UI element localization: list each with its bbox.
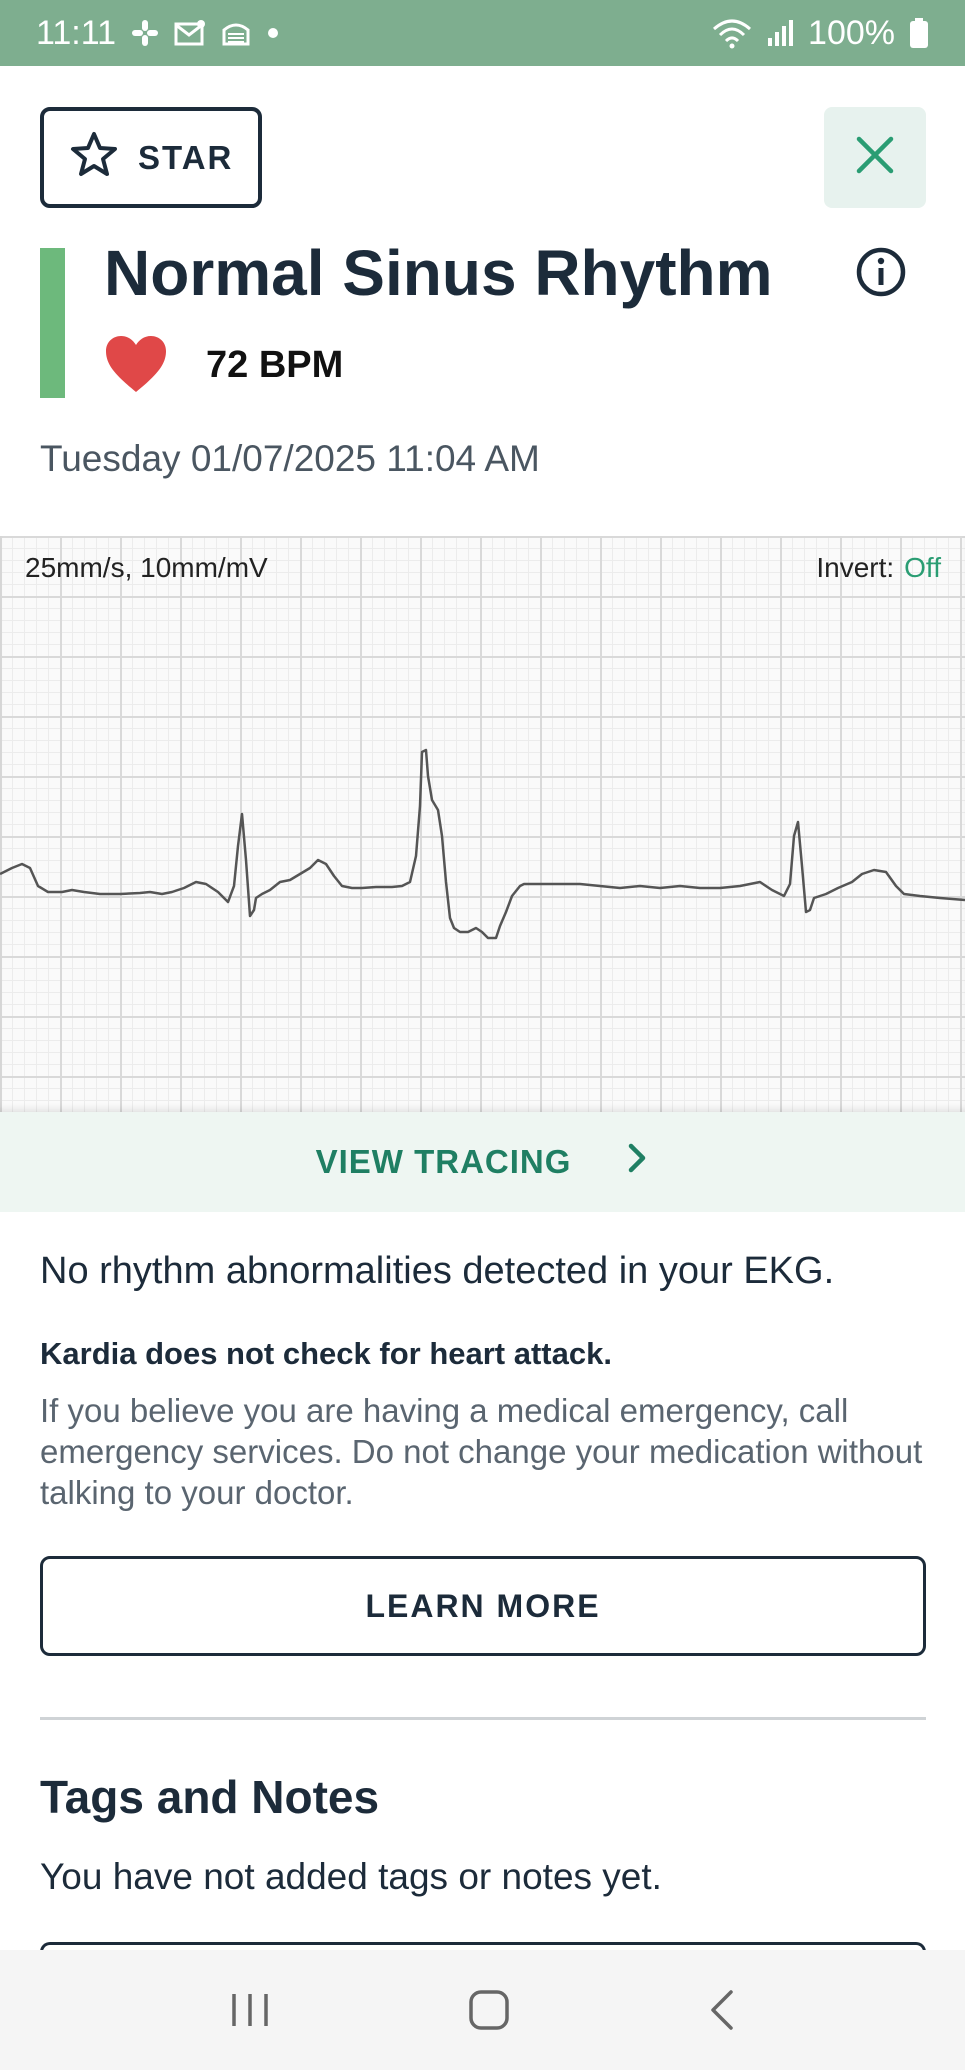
rhythm-status-bar [40, 248, 65, 398]
wifi-icon [712, 17, 752, 49]
invert-value: Off [904, 552, 941, 583]
heart-rate: 72 BPM [206, 344, 344, 386]
status-left: 11:11 [36, 14, 280, 53]
back-icon[interactable] [707, 1988, 737, 2032]
view-tracing-label: VIEW TRACING [315, 1143, 572, 1180]
learn-more-button[interactable]: LEARN MORE [40, 1556, 926, 1656]
close-icon [855, 135, 895, 180]
battery-text: 100% [808, 13, 895, 52]
home-icon[interactable] [467, 1988, 511, 2032]
chevron-right-icon [627, 1142, 649, 1182]
dot-icon [266, 26, 280, 40]
slack-icon [130, 18, 160, 48]
battery-icon [909, 17, 929, 49]
star-button[interactable]: STAR [40, 107, 262, 208]
invert-label: Invert: [816, 552, 895, 583]
ekg-waveform [0, 748, 965, 940]
ekg-scale: 25mm/s, 10mm/mV [25, 552, 268, 583]
heart-attack-disclaimer: Kardia does not check for heart attack. [40, 1336, 612, 1371]
invert-toggle[interactable]: Invert: Off [816, 552, 941, 584]
star-label: STAR [138, 138, 234, 176]
mail-icon [174, 19, 206, 47]
result-summary: No rhythm abnormalities detected in your… [40, 1250, 835, 1292]
status-time: 11:11 [36, 13, 117, 52]
recording-date: Tuesday 01/07/2025 11:04 AM [40, 438, 540, 479]
recent-apps-icon[interactable] [228, 1990, 272, 2030]
ekg-preview[interactable]: 25mm/s, 10mm/mV Invert: Off [0, 536, 965, 1112]
heart-icon [104, 334, 168, 394]
star-icon [70, 131, 118, 185]
news-icon [220, 18, 252, 48]
system-nav-bar [0, 1950, 965, 2070]
signal-icon [766, 18, 794, 48]
section-divider [40, 1717, 926, 1720]
status-right: 100% [712, 14, 929, 53]
tags-section-title: Tags and Notes [40, 1771, 380, 1823]
close-button[interactable] [824, 107, 926, 208]
page-title: Normal Sinus Rhythm [104, 237, 773, 309]
emergency-advice: If you believe you are having a medical … [40, 1392, 923, 1511]
result-header: STAR Normal Sinus Rhythm 72 BPM Tuesday … [0, 66, 965, 536]
info-icon[interactable] [855, 246, 907, 298]
status-bar: 11:11 100% [0, 0, 965, 66]
tags-empty-text: You have not added tags or notes yet. [40, 1856, 662, 1897]
view-tracing-button[interactable]: VIEW TRACING [0, 1112, 965, 1212]
